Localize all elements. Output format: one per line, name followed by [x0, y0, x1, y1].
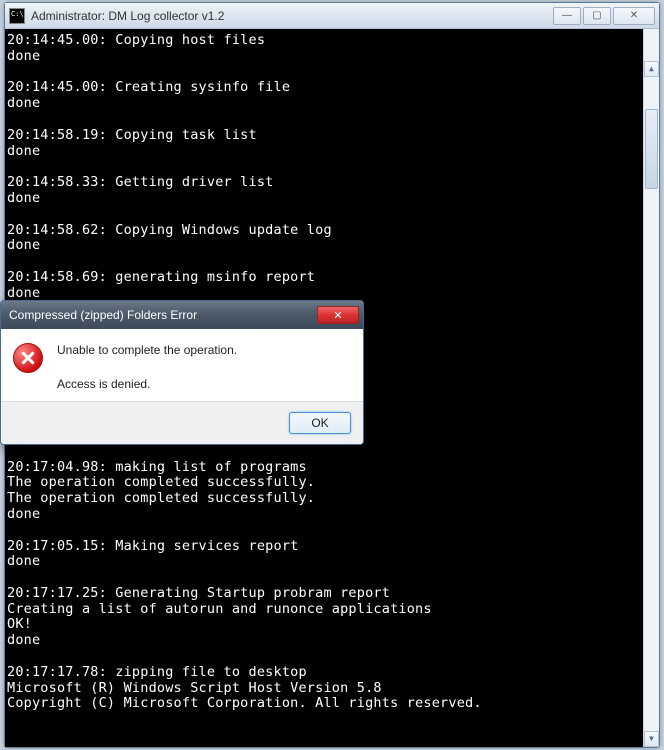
console-scrollbar[interactable]: ▲ ▼ — [643, 29, 659, 747]
dialog-body: Unable to complete the operation. Access… — [1, 329, 363, 401]
console-title: Administrator: DM Log collector v1.2 — [31, 9, 553, 23]
dialog-close-button[interactable]: ✕ — [317, 306, 359, 324]
scroll-thumb[interactable] — [645, 109, 658, 189]
scroll-up-button[interactable]: ▲ — [644, 61, 659, 77]
console-titlebar[interactable]: Administrator: DM Log collector v1.2 — ▢… — [5, 3, 659, 29]
ok-button[interactable]: OK — [289, 412, 351, 434]
dialog-message-line1: Unable to complete the operation. — [57, 343, 237, 357]
scroll-down-button[interactable]: ▼ — [644, 731, 659, 747]
error-dialog: Compressed (zipped) Folders Error ✕ Unab… — [0, 300, 364, 445]
dialog-message: Unable to complete the operation. Access… — [57, 343, 237, 391]
dialog-footer: OK — [1, 401, 363, 444]
window-controls: — ▢ ✕ — [553, 7, 655, 25]
error-icon — [13, 343, 43, 373]
dialog-titlebar[interactable]: Compressed (zipped) Folders Error ✕ — [1, 301, 363, 329]
dialog-title: Compressed (zipped) Folders Error — [9, 308, 317, 322]
maximize-button[interactable]: ▢ — [583, 7, 611, 25]
minimize-button[interactable]: — — [553, 7, 581, 25]
dialog-message-line2: Access is denied. — [57, 377, 237, 391]
close-button[interactable]: ✕ — [613, 7, 655, 25]
cmd-icon — [9, 8, 25, 24]
